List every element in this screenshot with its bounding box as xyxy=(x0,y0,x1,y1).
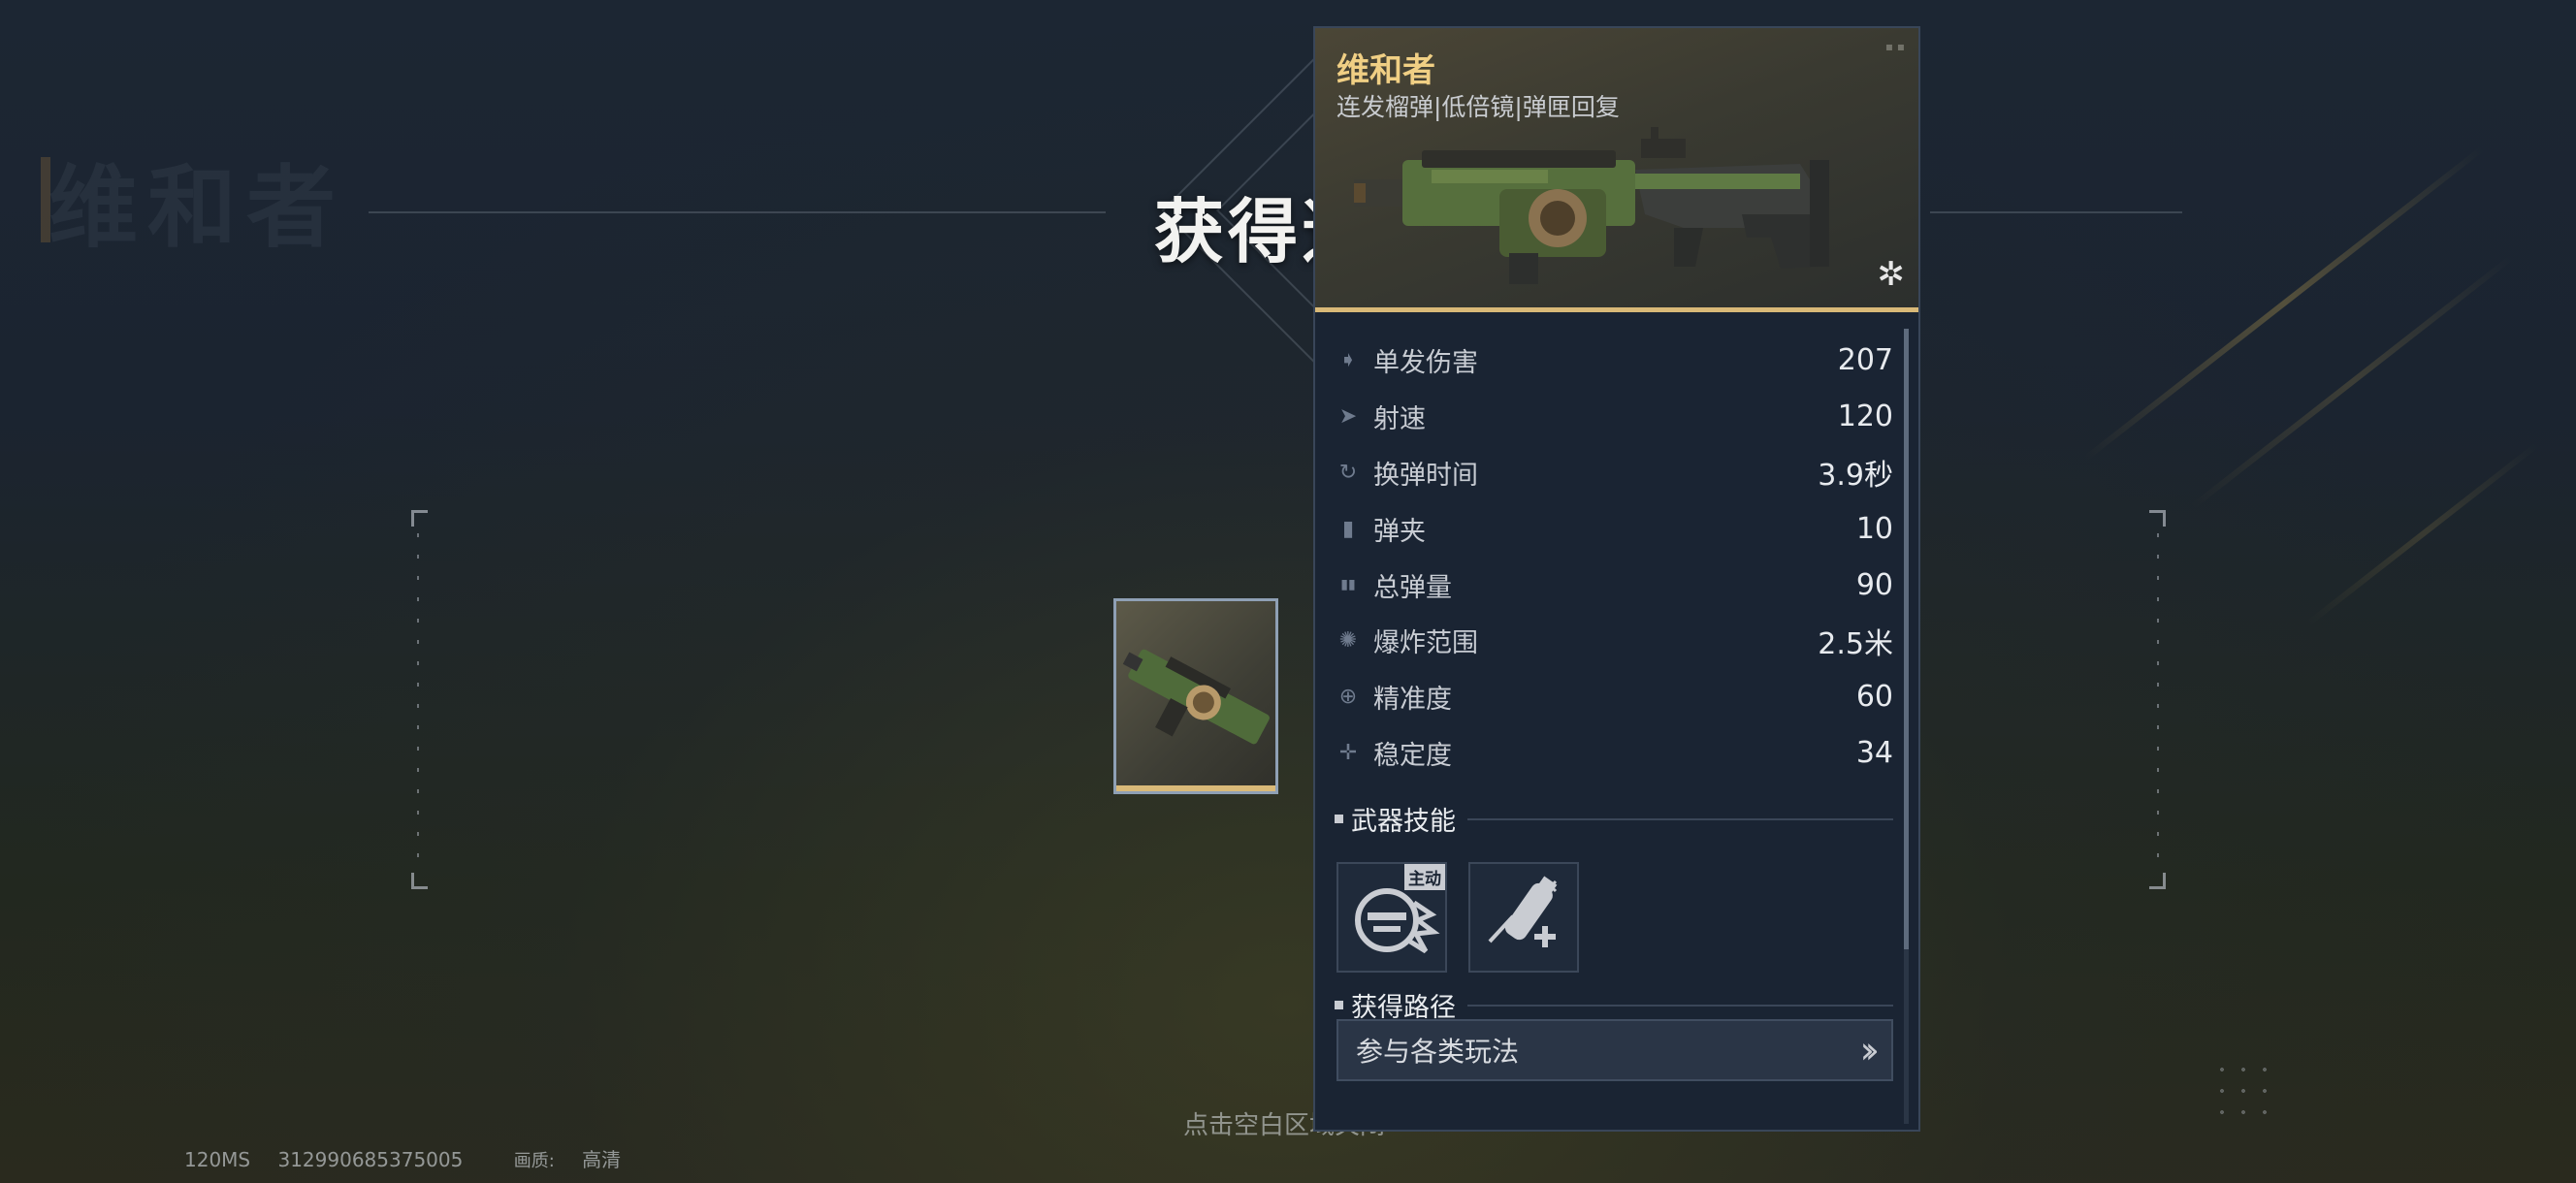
stat-label: 射速 xyxy=(1373,404,1426,435)
rarity-bar xyxy=(1116,785,1275,791)
frame-bracket xyxy=(411,510,428,527)
magazine-icon: ▮ xyxy=(1341,516,1355,541)
latency-readout: 120MS xyxy=(184,1148,251,1171)
acquire-path-label: 参与各类玩法 xyxy=(1356,1036,1520,1068)
skills-section-header: 武器技能 xyxy=(1335,800,1893,838)
background-ghost-title: 维和者 xyxy=(40,136,345,265)
section-marker xyxy=(1335,815,1343,823)
stability-icon: ✛ xyxy=(1338,740,1358,765)
background-light-streak xyxy=(2306,441,2540,626)
weapon-header: 维和者 连发榴弹|低倍镜|弹匣回复 ▪ ▪ ✲ xyxy=(1315,28,1918,312)
skill-active-tag: 主动 xyxy=(1404,864,1445,890)
stat-label: 稳定度 xyxy=(1373,740,1452,771)
skills-section-title: 武器技能 xyxy=(1351,807,1456,837)
stat-row: ✺ 爆炸范围 2.5米 xyxy=(1335,613,1893,669)
stat-label: 精准度 xyxy=(1373,685,1452,716)
skill-slot-active[interactable]: 主动 xyxy=(1336,862,1447,973)
stat-value: 120 xyxy=(1837,400,1893,434)
player-id: 312990685375005 xyxy=(277,1148,464,1171)
frame-bracket xyxy=(2149,873,2166,889)
stat-row: ✛ 稳定度 34 xyxy=(1335,725,1893,782)
stat-row: ➧ 单发伤害 207 xyxy=(1335,333,1893,389)
reload-icon: ↻ xyxy=(1338,460,1358,485)
stat-row: ▮ 弹夹 10 xyxy=(1335,500,1893,557)
section-divider xyxy=(1467,1004,1893,1007)
frame-bracket xyxy=(2149,510,2166,527)
section-divider xyxy=(1467,817,1893,820)
weapon-tags: 连发榴弹|低倍镜|弹匣回复 xyxy=(1336,93,1620,121)
explosion-icon: ✺ xyxy=(1338,628,1358,654)
stat-value: 60 xyxy=(1855,680,1893,715)
stats-list: ➧ 单发伤害 207 ➤ 射速 120 ↻ 换弹时间 3.9秒 ▮ 弹夹 10 … xyxy=(1335,333,1893,781)
frame-tick-marks xyxy=(2157,533,2159,863)
background-light-streak xyxy=(2190,254,2515,510)
weapon-detail-panel[interactable]: 维和者 连发榴弹|低倍镜|弹匣回复 ▪ ▪ ✲ ➧ 单发伤害 207 ➤ 射速 … xyxy=(1313,26,1920,1132)
stat-label: 单发伤害 xyxy=(1373,348,1478,379)
fire-rate-icon: ➤ xyxy=(1338,404,1358,430)
background-divider-line xyxy=(1930,211,2182,213)
ammo-total-icon: ▮▮ xyxy=(1340,577,1356,593)
stat-row: ▮▮ 总弹量 90 xyxy=(1335,557,1893,613)
damage-icon: ➧ xyxy=(1338,348,1358,373)
decorative-dot-grid xyxy=(2211,1059,2275,1127)
weapon-thumbnail xyxy=(1122,649,1270,745)
frame-tick-marks xyxy=(417,533,419,863)
double-chevron-right-icon: ›› xyxy=(1859,1029,1881,1071)
section-marker xyxy=(1335,1001,1343,1009)
accuracy-icon: ⊕ xyxy=(1338,685,1358,710)
stat-row: ⊕ 精准度 60 xyxy=(1335,669,1893,725)
frame-bracket xyxy=(411,873,428,889)
acquire-path-button[interactable]: 参与各类玩法 ›› xyxy=(1336,1019,1893,1081)
stat-value: 207 xyxy=(1837,343,1893,378)
stat-value: 2.5米 xyxy=(1818,626,1893,661)
corner-decoration: ▪ ▪ xyxy=(1884,40,1905,53)
star-badge-icon: ✲ xyxy=(1877,255,1906,294)
background-light-streak xyxy=(2083,145,2485,462)
stat-row: ➤ 射速 120 xyxy=(1335,389,1893,445)
stat-label: 爆炸范围 xyxy=(1373,628,1478,659)
stat-label: 换弹时间 xyxy=(1373,460,1478,491)
background-divider-line xyxy=(369,211,1106,213)
status-bar: 120MS 312990685375005 画质: 高清 xyxy=(184,1144,642,1172)
weapon-name: 维和者 xyxy=(1336,51,1435,90)
stat-value: 3.9秒 xyxy=(1818,459,1893,494)
stat-label: 总弹量 xyxy=(1373,572,1452,603)
magazine-restore-skill-icon xyxy=(1488,876,1558,947)
scrollbar-thumb[interactable] xyxy=(1904,329,1909,949)
quality-label: 画质: xyxy=(513,1151,555,1171)
stat-label: 弹夹 xyxy=(1373,516,1426,547)
reward-item-card[interactable] xyxy=(1113,598,1278,794)
skill-slot-passive[interactable] xyxy=(1468,862,1579,973)
weapon-image xyxy=(1354,127,1829,284)
stat-value: 10 xyxy=(1855,511,1893,546)
stat-value: 90 xyxy=(1855,567,1893,602)
stat-row: ↻ 换弹时间 3.9秒 xyxy=(1335,445,1893,501)
stat-value: 34 xyxy=(1855,735,1893,770)
quality-value: 高清 xyxy=(582,1148,622,1171)
